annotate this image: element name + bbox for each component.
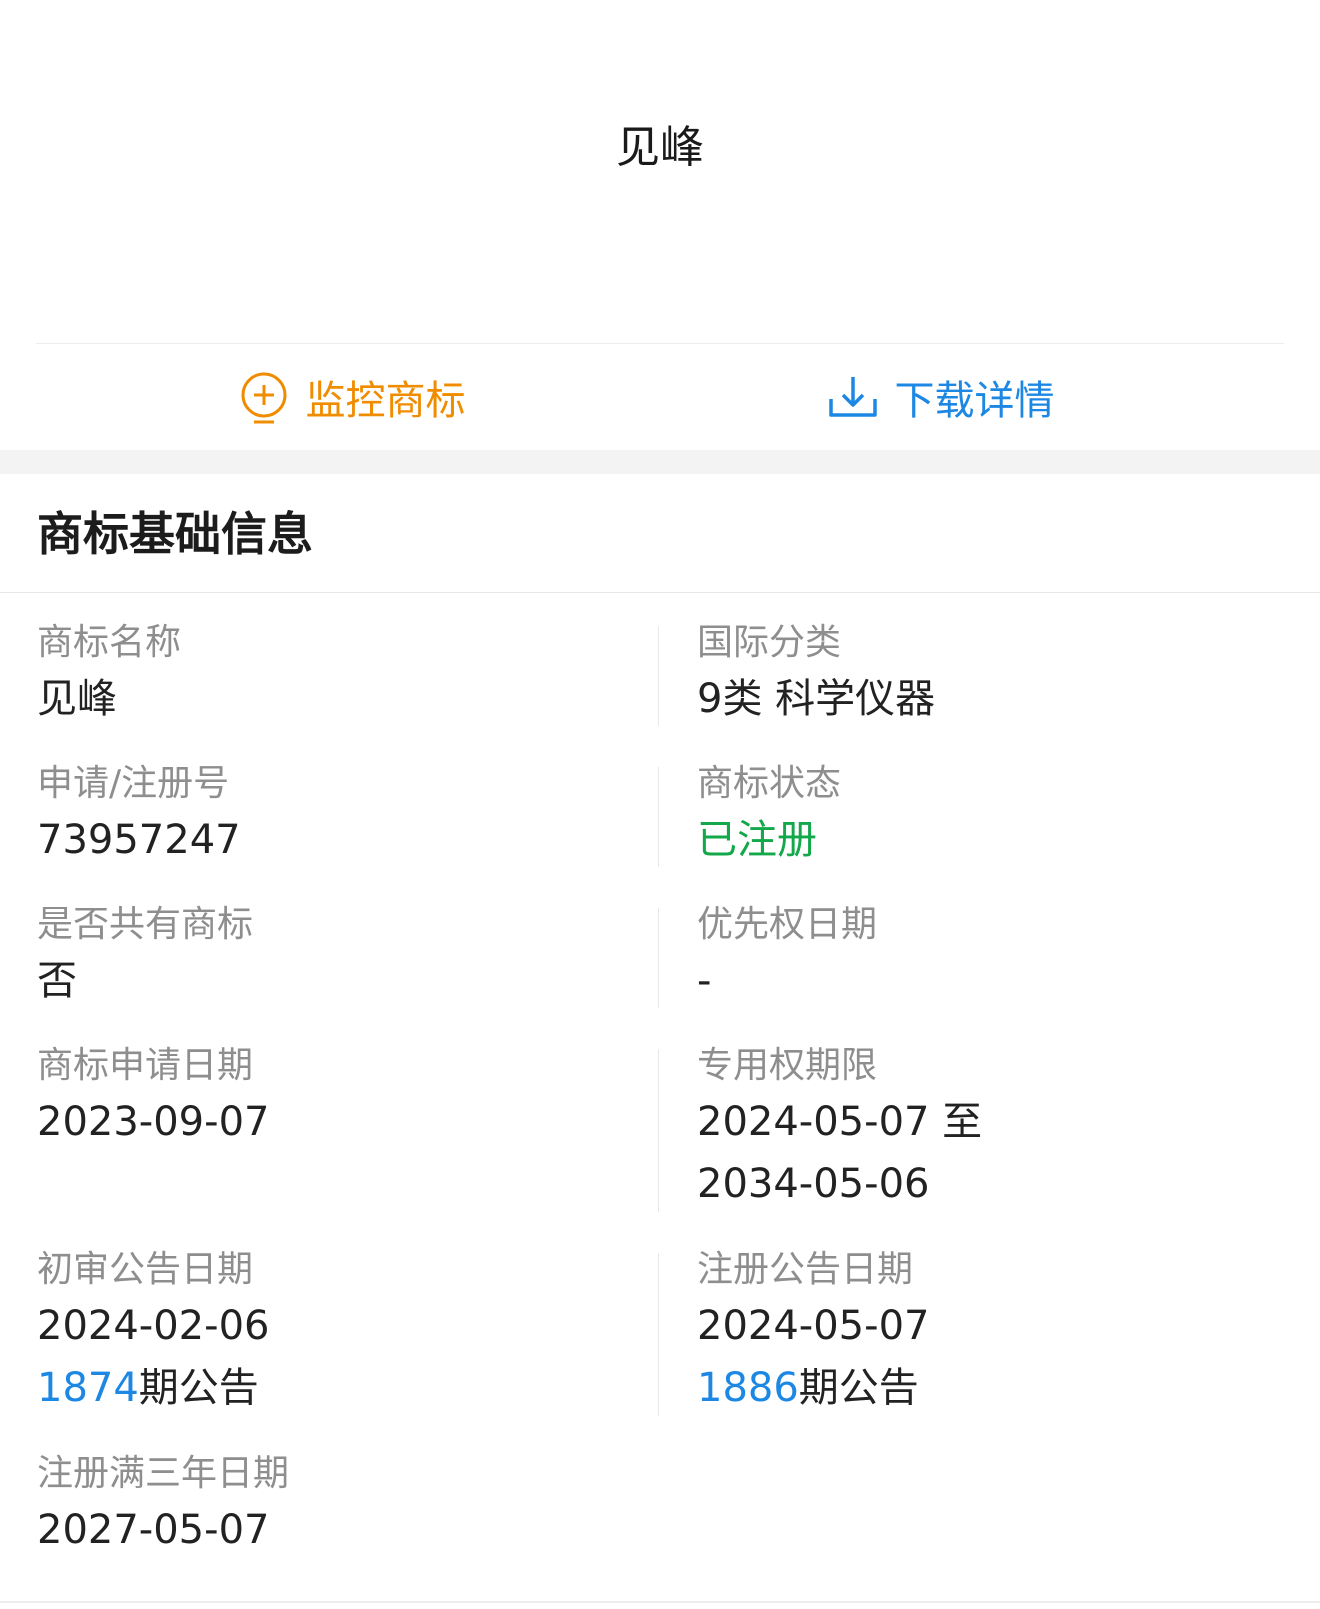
field-trademark-name: 商标名称 见峰 [37,618,181,730]
field-label: 注册公告日期 [697,1249,914,1290]
column-divider [658,1049,659,1212]
field-registration-publication: 注册公告日期 2024-05-07 1886期公告 [697,1245,929,1419]
field-value: - [697,958,712,1004]
field-label: 优先权日期 [697,904,878,945]
field-three-year-date: 注册满三年日期 2027-05-07 [37,1449,289,1561]
field-intl-class: 国际分类 9类 科学仪器 [697,618,935,730]
field-value: 9类 科学仪器 [697,676,936,722]
column-divider [658,908,659,1008]
column-divider [658,767,659,867]
field-application-date: 商标申请日期 2023-09-07 [37,1041,269,1153]
column-divider [658,626,659,726]
field-label: 商标申请日期 [37,1045,254,1086]
field-value: 2024-02-06 [37,1303,270,1349]
field-value-line2: 2034-05-06 [697,1161,930,1207]
publication-issue: 1874期公告 [37,1357,269,1419]
field-value-line1: 2024-05-07 至 [697,1099,983,1145]
field-label: 商标名称 [37,622,182,663]
field-value: 73957247 [37,817,241,863]
field-value: 2024-05-07 [697,1303,930,1349]
status-value: 已注册 [697,817,817,863]
bottom-divider [0,1601,1320,1603]
download-details-button[interactable]: 下载详情 [645,344,1320,450]
field-value: 2027-05-07 [37,1507,270,1553]
field-exclusive-period: 专用权期限 2024-05-07 至 2034-05-06 [697,1041,982,1215]
monitor-trademark-button[interactable]: 监控商标 [0,344,645,450]
field-value: 见峰 [37,676,117,722]
field-value: 否 [37,958,77,1004]
field-label: 初审公告日期 [37,1249,254,1290]
section-title: 商标基础信息 [37,507,313,561]
action-bar: 监控商标 下载详情 [0,344,1320,450]
publication-issue: 1886期公告 [697,1357,929,1419]
issue-suffix: 期公告 [138,1365,259,1411]
monitor-trademark-label: 监控商标 [305,378,466,424]
field-value: 2023-09-07 [37,1099,270,1145]
field-registration-number: 申请/注册号 73957247 [37,759,241,871]
field-preliminary-publication: 初审公告日期 2024-02-06 1874期公告 [37,1245,269,1419]
field-label: 注册满三年日期 [37,1453,290,1494]
field-shared-trademark: 是否共有商标 否 [37,900,253,1012]
trademark-logo-text: 见峰 [616,122,704,173]
field-priority-date: 优先权日期 - [697,900,877,1012]
field-label: 是否共有商标 [37,904,254,945]
section-separator [0,450,1320,474]
field-label: 商标状态 [697,763,842,804]
field-label: 国际分类 [697,622,842,663]
issue-number-link[interactable]: 1886 [697,1365,799,1411]
download-icon [825,369,881,425]
trademark-logo-area: 见峰 [36,0,1284,344]
monitor-plus-icon [236,369,292,425]
field-trademark-status: 商标状态 已注册 [697,759,841,871]
issue-suffix: 期公告 [798,1365,919,1411]
download-details-label: 下载详情 [894,378,1055,424]
column-divider [658,1253,659,1416]
issue-number-link[interactable]: 1874 [37,1365,139,1411]
title-divider [0,592,1320,593]
field-label: 申请/注册号 [37,763,230,804]
field-label: 专用权期限 [697,1045,878,1086]
